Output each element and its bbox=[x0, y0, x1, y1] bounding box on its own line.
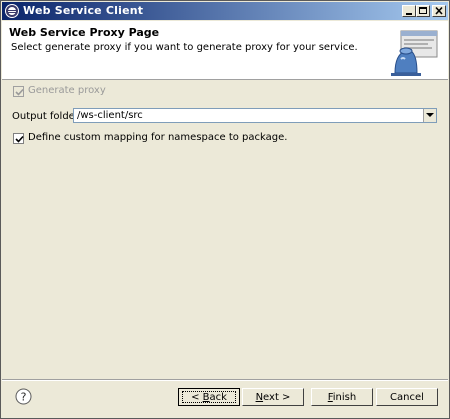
close-icon bbox=[435, 6, 443, 15]
wizard-header: Web Service Proxy Page Select generate p… bbox=[2, 21, 448, 80]
output-folder-combo[interactable]: /ws-client/src bbox=[73, 108, 437, 123]
wizard-banner-icon bbox=[391, 30, 438, 76]
minimize-button[interactable] bbox=[402, 5, 416, 17]
eclipse-icon bbox=[5, 4, 19, 18]
focus-ring bbox=[182, 391, 236, 403]
dialog-window: Web Service Client Web Service Proxy Pag… bbox=[0, 0, 450, 419]
svg-text:?: ? bbox=[21, 391, 27, 404]
finish-label-post: inish bbox=[332, 392, 357, 403]
next-label-post: ext > bbox=[263, 392, 291, 403]
back-button[interactable]: < Back bbox=[178, 388, 240, 406]
custom-mapping-checkbox[interactable] bbox=[13, 133, 24, 144]
output-folder-label: Output folder bbox=[12, 111, 79, 122]
output-folder-value: /ws-client/src bbox=[77, 110, 143, 121]
maximize-icon bbox=[419, 7, 427, 14]
generate-proxy-checkbox[interactable] bbox=[13, 86, 24, 97]
finish-button[interactable]: Finish bbox=[311, 388, 373, 406]
next-button[interactable]: Next > bbox=[242, 388, 304, 406]
minimize-icon bbox=[406, 13, 412, 15]
chevron-down-icon bbox=[426, 113, 434, 117]
page-title: Web Service Proxy Page bbox=[9, 26, 160, 39]
page-description: Select generate proxy if you want to gen… bbox=[11, 42, 358, 53]
checkmark-icon bbox=[15, 88, 24, 96]
help-icon[interactable]: ? bbox=[15, 388, 32, 405]
custom-mapping-label: Define custom mapping for namespace to p… bbox=[28, 132, 288, 143]
dropdown-button[interactable] bbox=[423, 109, 436, 122]
footer-separator bbox=[2, 379, 448, 381]
title-bar[interactable]: Web Service Client bbox=[2, 2, 448, 20]
cancel-button[interactable]: Cancel bbox=[376, 388, 438, 406]
window-title: Web Service Client bbox=[23, 4, 144, 17]
checkmark-icon bbox=[15, 135, 24, 143]
next-mnemonic: N bbox=[255, 392, 264, 403]
maximize-button[interactable] bbox=[416, 5, 430, 17]
close-button[interactable] bbox=[432, 5, 446, 17]
generate-proxy-label: Generate proxy bbox=[28, 85, 106, 96]
